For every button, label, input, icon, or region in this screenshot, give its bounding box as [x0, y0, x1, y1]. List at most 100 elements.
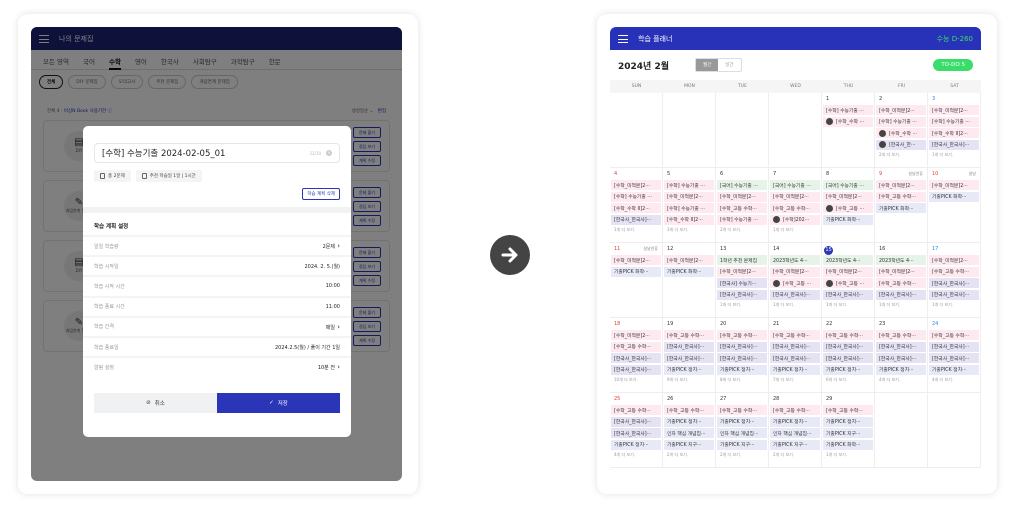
calendar-event[interactable]: [수학] 수능기출 ···: [823, 105, 873, 115]
calendar-event[interactable]: [수학_고등 수학···: [929, 266, 979, 277]
calendar-event[interactable]: [한국사_한국사]···: [717, 341, 767, 352]
calendar-event[interactable]: [수학_수학 II]2···: [929, 128, 979, 138]
calendar-event[interactable]: 기출PICK 정치···: [717, 364, 767, 375]
calendar-day[interactable]: 9 설날연휴 [수학_미적분]2··· [수학_고등 수학··· 기출PICK 화학··…: [875, 168, 928, 242]
calendar-event[interactable]: [수학_고등 수학···: [770, 330, 820, 340]
calendar-event[interactable]: 인자 핵심 개념집···: [664, 428, 714, 438]
calendar-event[interactable]: [한국사_한국사]···: [770, 341, 820, 352]
calendar-event[interactable]: [수학_고등 수학···: [770, 203, 820, 213]
calendar-event[interactable]: [수학_미적분]2···: [611, 180, 661, 190]
calendar-event[interactable]: [수학_미적분]2···: [770, 191, 820, 202]
calendar-event[interactable]: 기출PICK 지구···: [823, 428, 873, 438]
calendar-event[interactable]: [수학_미적분]2···: [611, 255, 661, 265]
calendar-day[interactable]: 18 [수학_미적분]2··· [수학_고등 수학··· [한국사_한국사]··· [한…: [610, 318, 663, 392]
calendar-event[interactable]: [한국사_한국사]···: [611, 214, 661, 225]
more-events-link[interactable]: 4개 더 보기.: [610, 452, 662, 458]
calendar-day[interactable]: 2 [수학_미적분]2··· [수학] 수능기출 ··· [수학_수학 ··· [한국사…: [875, 93, 928, 167]
calendar-day[interactable]: 20 [수학_고등 수학··· [한국사_한국사]··· [한국사_한국사]··· 기출…: [716, 318, 769, 392]
calendar-event[interactable]: [국어] 수능기출 ···: [823, 180, 873, 190]
calendar-event[interactable]: 기출PICK 정치···: [664, 416, 714, 427]
calendar-event[interactable]: 기출PICK 정치···: [929, 364, 979, 375]
calendar-event[interactable]: [국어] 수능기출 ···: [770, 180, 820, 190]
calendar-day[interactable]: 8 [국어] 수능기출 ··· [수학_미적분]2··· [수학_고등 ··· 기출PI…: [822, 168, 875, 242]
setting-row[interactable]: 학습 간격 매일 ›: [83, 315, 351, 336]
calendar-event[interactable]: [수학] 수능기출 ···: [929, 116, 979, 127]
calendar-event[interactable]: [수학_고등 수학···: [876, 330, 926, 340]
calendar-event[interactable]: [수학_미적분]2···: [929, 255, 979, 265]
calendar-event[interactable]: [수학_미적분]2···: [929, 105, 979, 115]
more-events-link[interactable]: 1개 더 보기.: [928, 152, 980, 158]
calendar-event[interactable]: 기출PICK 정치···: [770, 364, 820, 375]
calendar-event[interactable]: [수학_고등 수학···: [611, 405, 661, 415]
more-events-link[interactable]: 4개 더 보기.: [928, 377, 980, 383]
calendar-event[interactable]: [수학_미적분]2···: [876, 105, 926, 115]
calendar-day[interactable]: 3 [수학_미적분]2··· [수학] 수능기출 ··· [수학_수학 II]2···…: [928, 93, 981, 167]
calendar-day[interactable]: 24 [수학_고등 수학··· [한국사_한국사]··· [한국사_한국사]··· 기출…: [928, 318, 981, 392]
calendar-day[interactable]: 23 [수학_고등 수학··· [한국사_한국사]··· [한국사_한국사]··· 기출…: [875, 318, 928, 392]
cancel-button[interactable]: ⊘ 취소: [94, 393, 217, 413]
title-input[interactable]: [수학] 수능기출 2024-02-05_01 22/30 ×: [94, 143, 340, 163]
calendar-event[interactable]: 기출PICK 화학···: [929, 191, 979, 202]
calendar-event[interactable]: [한국사_한국사]···: [770, 289, 820, 300]
calendar-event[interactable]: [수학_미적분]2···: [717, 266, 767, 277]
monthly-view-button[interactable]: 월간: [696, 59, 719, 71]
calendar-event[interactable]: [수학_미적분]2···: [823, 191, 873, 202]
calendar-event[interactable]: [수학_고등 수학···: [717, 203, 767, 213]
calendar-event[interactable]: [한국사_한국사]···: [611, 364, 661, 375]
calendar-event[interactable]: [한국사_한국사]···: [717, 289, 767, 300]
calendar-event[interactable]: [수학_고등 ···: [770, 278, 820, 288]
calendar-event[interactable]: [한국사_한국사]···: [876, 341, 926, 352]
calendar-day[interactable]: 14 2023학년도 4··· [수학_미적분]2··· [수학_고등 ··· [한국사…: [769, 243, 822, 317]
calendar-event[interactable]: [수학_고등 수학···: [770, 405, 820, 415]
more-events-link[interactable]: 6개 더 보기.: [822, 377, 874, 383]
calendar-event[interactable]: [수학] 수능기출 ···: [664, 203, 714, 213]
calendar-event[interactable]: [수학_고등 수학···: [823, 405, 873, 415]
month-title[interactable]: 2024년 2월: [618, 59, 669, 72]
calendar-event[interactable]: [한국사] 수능기···: [717, 278, 767, 288]
calendar-event[interactable]: [수학_고등 ···: [823, 203, 873, 213]
calendar-event[interactable]: 기출PICK 정치···: [770, 416, 820, 427]
calendar-day[interactable]: 1 [수학] 수능기출 ··· [수학_수학 ···: [822, 93, 875, 167]
calendar-event[interactable]: [수학_고등 수학···: [611, 341, 661, 352]
calendar-event[interactable]: [한국사_한국사]···: [929, 278, 979, 288]
calendar-event[interactable]: [수학_수학 II]2···: [611, 203, 661, 213]
calendar-event[interactable]: [한국사_한국사]···: [823, 341, 873, 352]
calendar-day[interactable]: 22 [수학_고등 수학··· [한국사_한국사]··· [한국사_한국사]··· 기출…: [822, 318, 875, 392]
menu-icon[interactable]: [618, 34, 628, 43]
calendar-day[interactable]: 21 [수학_고등 수학··· [한국사_한국사]··· [한국사_한국사]··· 기출…: [769, 318, 822, 392]
calendar-event[interactable]: [수학_고등 수학···: [876, 191, 926, 202]
calendar-day[interactable]: 11 설날연휴 [수학_미적분]2··· 기출PICK 화학···: [610, 243, 663, 317]
todo-button[interactable]: TO-DO 5: [933, 59, 973, 71]
calendar-day[interactable]: 4 [수학_미적분]2··· [수학] 수능기출 ··· [수학_수학 II]2···…: [610, 168, 663, 242]
calendar-event[interactable]: [한국사_한국사]···: [929, 139, 979, 150]
calendar-event[interactable]: 기출PICK 지구···: [717, 439, 767, 450]
save-button[interactable]: ✓ 저장: [217, 393, 340, 413]
calendar-event[interactable]: 인자 핵심 개념집···: [717, 428, 767, 438]
calendar-event[interactable]: [수학_고등 수학···: [664, 405, 714, 415]
more-events-link[interactable]: 1개 더 보기.: [769, 227, 821, 233]
calendar-event[interactable]: 기출PICK 화학···: [611, 266, 661, 277]
more-events-link[interactable]: 2개 더 보기.: [875, 152, 927, 158]
calendar-day[interactable]: 5 [수학] 수능기출 ··· [수학_미적분]2··· [수학] 수능기출 ··· […: [663, 168, 716, 242]
calendar-event[interactable]: [수학] 수능기출 ···: [876, 116, 926, 127]
calendar-event[interactable]: 기출PICK 정치···: [876, 364, 926, 375]
calendar-event[interactable]: [수학] 수능기출 ···: [664, 180, 714, 190]
calendar-event[interactable]: [수학_수학 ···: [823, 116, 873, 127]
calendar-day[interactable]: 29 [수학_고등 수학··· 기출PICK 정치··· 기출PICK 지구··· 기출…: [822, 393, 875, 467]
calendar-event[interactable]: [수학_미적분]2···: [929, 180, 979, 190]
calendar-event[interactable]: 기출PICK 화학···: [664, 266, 714, 277]
calendar-event[interactable]: [한국사_한···: [876, 139, 926, 150]
calendar-event[interactable]: 기출PICK 정치···: [664, 364, 714, 375]
delete-plan-button[interactable]: 학습 계획 삭제: [302, 188, 340, 200]
calendar-event[interactable]: 기출PICK 화학···: [823, 439, 873, 450]
calendar-event[interactable]: [수학]202···: [770, 214, 820, 225]
more-events-link[interactable]: 1개 더 보기.: [716, 302, 768, 308]
calendar-event[interactable]: [수학_고등 ···: [823, 278, 873, 288]
calendar-day[interactable]: 16 2023학년도 4··· [수학_미적분]2··· [수학_고등 수학··· [한…: [875, 243, 928, 317]
more-events-link[interactable]: 1개 더 보기.: [928, 302, 980, 308]
calendar-event[interactable]: 기출PICK 정치···: [823, 364, 873, 375]
calendar-event[interactable]: [한국사_한국사]···: [876, 353, 926, 363]
calendar-event[interactable]: [수학_고등 수학···: [876, 278, 926, 288]
calendar-event[interactable]: 인자 핵심 개념집···: [770, 428, 820, 438]
clear-icon[interactable]: ×: [326, 150, 332, 156]
